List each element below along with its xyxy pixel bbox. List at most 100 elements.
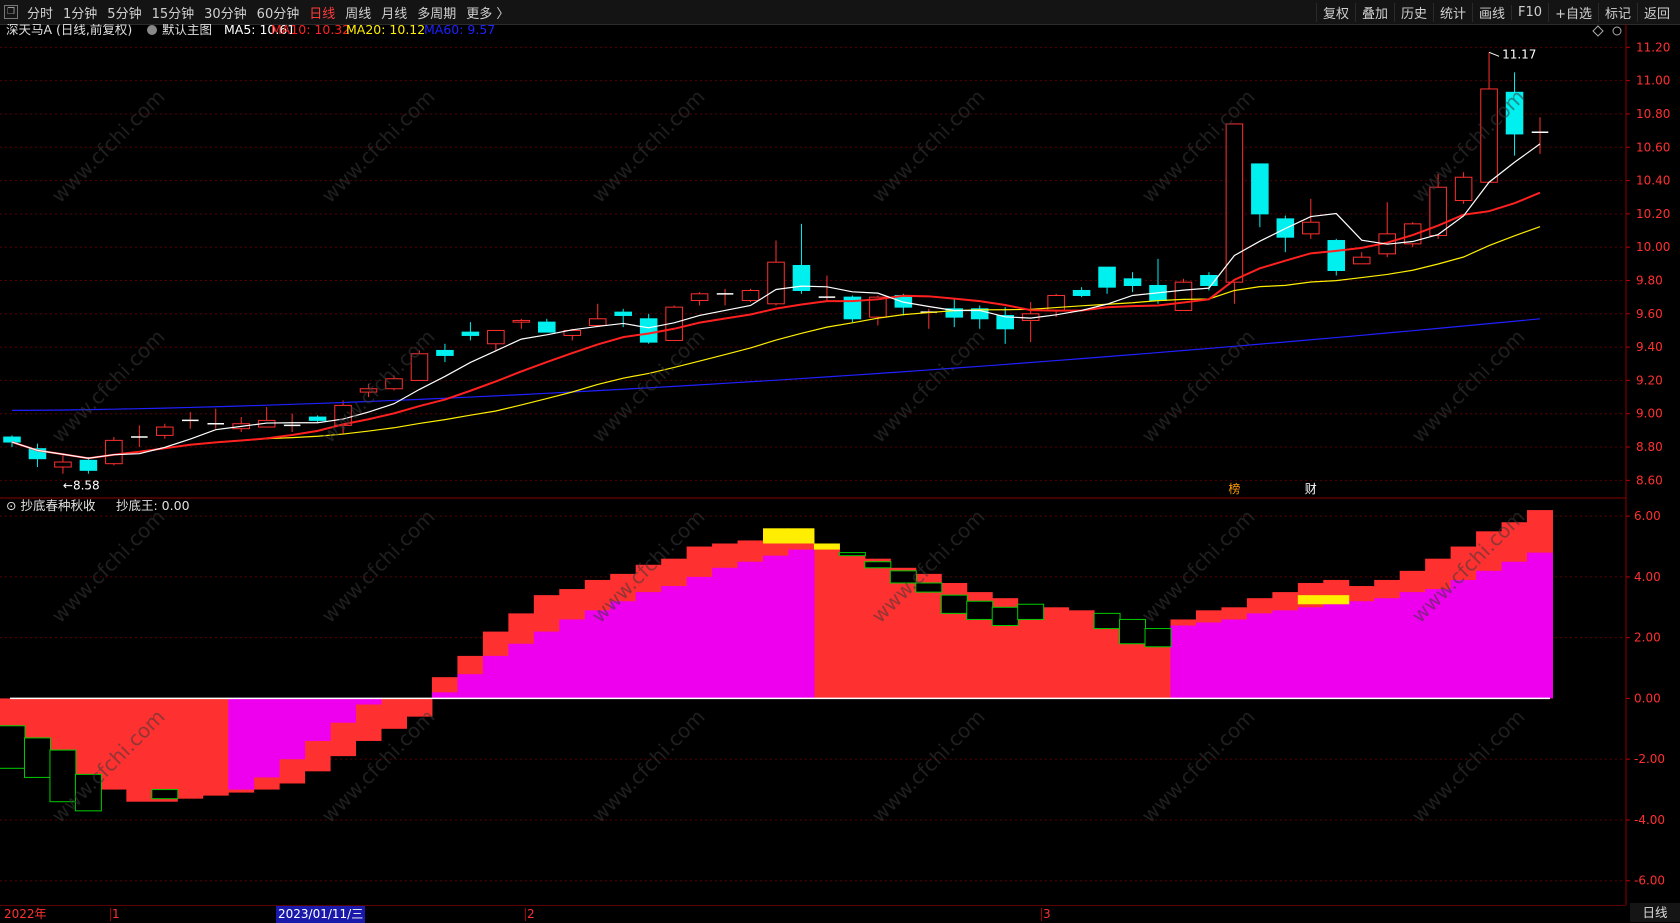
chart-area: 11.20 11.00 10.80 10.60 10.40 10.20 10.00 9.80 9…: [0, 24, 1670, 905]
period-tab-10[interactable]: 更多 〉: [461, 3, 514, 22]
toolbar-button-2[interactable]: 历史: [1393, 2, 1433, 22]
sub-magenta-bar: [508, 643, 535, 699]
toolbar-button-4[interactable]: 画线: [1472, 2, 1511, 22]
toolbar-button-1[interactable]: 叠加: [1354, 2, 1394, 22]
period-tab-2[interactable]: 5分钟: [102, 3, 146, 22]
candle-body: [105, 439, 123, 465]
sub-red-bar: [1068, 610, 1095, 699]
period-tab-0[interactable]: 分时: [22, 3, 58, 22]
sub-magenta-bar: [482, 655, 509, 699]
toolbar-button-3[interactable]: 统计: [1433, 2, 1472, 22]
candle-body: [1454, 176, 1473, 202]
candle: [1123, 272, 1142, 293]
month-label: 3: [1043, 907, 1051, 921]
candle: [181, 412, 199, 429]
sub-y-tick-label: -4.00: [1634, 813, 1665, 827]
candle-body: [1251, 163, 1269, 215]
mark-bang: 榜: [1228, 481, 1240, 496]
sub-magenta-bar: [763, 555, 789, 699]
watermark: www.cfchi.com: [47, 325, 170, 448]
indicator-name: 默认主图: [162, 24, 212, 37]
toolbar-button-0[interactable]: 复权: [1315, 2, 1355, 22]
candle: [1098, 266, 1116, 294]
period-tab-8[interactable]: 月线: [376, 3, 412, 22]
low-label: ←8.58: [63, 479, 100, 493]
candle: [1378, 202, 1396, 258]
candle: [741, 288, 760, 303]
candle: [996, 307, 1014, 344]
period-tab-3[interactable]: 15分钟: [147, 3, 200, 22]
candle-body: [1225, 123, 1244, 283]
candle: [512, 318, 531, 329]
sub-y-tick-label: -6.00: [1634, 874, 1665, 888]
toolbar-button-7[interactable]: 标记: [1597, 2, 1637, 22]
toolbar-button-5[interactable]: F10: [1511, 4, 1548, 20]
candle: [1454, 172, 1473, 204]
month-tick: [110, 908, 111, 921]
candle: [716, 288, 734, 306]
ma20-legend: MA20: 10.12: [346, 24, 425, 37]
y-tick-label: 8.80: [1636, 440, 1663, 454]
period-tabs: ❐ 分时 1分钟 5分钟 15分钟 30分钟 60分钟 日线 周线 月线 多周期 更多 〉: [0, 0, 514, 24]
sub-green-box: [1017, 603, 1045, 620]
candle: [690, 292, 709, 306]
period-tab-6[interactable]: 日线: [304, 3, 340, 22]
period-tab-1[interactable]: 1分钟: [58, 3, 102, 22]
sub-magenta-bar: [228, 698, 255, 790]
sub-red-bar: [839, 552, 866, 699]
candle-body: [1123, 278, 1142, 286]
period-tab-9[interactable]: 多周期: [412, 3, 461, 22]
sub-green-box: [0, 725, 26, 769]
sub-y-tick-label: 4.00: [1634, 570, 1661, 584]
y-tick-label: 9.60: [1636, 307, 1663, 321]
restore-window-icon[interactable]: ❐: [4, 5, 18, 19]
y-tick-label: 10.80: [1636, 107, 1670, 121]
candle-body: [741, 289, 760, 301]
sub-magenta-bar: [1221, 619, 1248, 699]
watermark: www.cfchi.com: [867, 705, 990, 828]
y-tick-label: 9.00: [1636, 407, 1663, 421]
sub-magenta-bar: [635, 592, 662, 699]
candle-body: [1098, 266, 1116, 288]
candle-body: [588, 318, 607, 326]
watermark: www.cfchi.com: [1137, 705, 1260, 828]
period-tab-5[interactable]: 60分钟: [252, 3, 305, 22]
toolbar-buttons: 复权 叠加 历史 统计 画线 F10 +自选 标记 返回: [1315, 0, 1676, 24]
candle: [461, 322, 480, 341]
candle-body: [1072, 289, 1091, 296]
sub-green-box: [1119, 618, 1147, 645]
settings-dot-icon: [147, 25, 157, 35]
sub-magenta-bar: [253, 698, 280, 778]
watermark: www.cfchi.com: [1137, 325, 1260, 448]
toolbar-button-6[interactable]: +自选: [1548, 2, 1598, 22]
watermark: www.cfchi.com: [317, 505, 440, 628]
y-tick-label: 9.20: [1636, 373, 1663, 387]
watermark: www.cfchi.com: [317, 325, 440, 448]
month-label: 1: [112, 907, 120, 921]
candle: [1149, 258, 1167, 304]
watermark: www.cfchi.com: [867, 85, 990, 208]
candle: [1352, 252, 1371, 265]
sub-yellow-bar: [1323, 595, 1350, 605]
candle: [54, 455, 72, 474]
toolbar-button-8[interactable]: 返回: [1636, 2, 1676, 22]
y-tick-label: 10.40: [1636, 174, 1670, 188]
sub-magenta-bar: [1195, 622, 1222, 699]
candle: [131, 425, 148, 448]
candle-body: [436, 349, 454, 356]
sub-magenta-bar: [330, 698, 357, 723]
candle: [3, 435, 21, 448]
sub-green-box: [991, 606, 1019, 627]
period-label[interactable]: 日线: [1630, 903, 1680, 922]
period-tab-7[interactable]: 周线: [340, 3, 376, 22]
candle: [1327, 238, 1346, 276]
candle: [1072, 287, 1091, 298]
period-tab-4[interactable]: 30分钟: [199, 3, 252, 22]
sub-y-tick-label: 6.00: [1634, 509, 1661, 523]
candle-body: [512, 319, 531, 323]
sub-green-box: [940, 594, 968, 614]
candle-body: [1327, 240, 1346, 271]
ma60-line: [11, 318, 1541, 411]
candle-body: [3, 436, 21, 443]
sub-magenta-bar: [788, 549, 815, 699]
